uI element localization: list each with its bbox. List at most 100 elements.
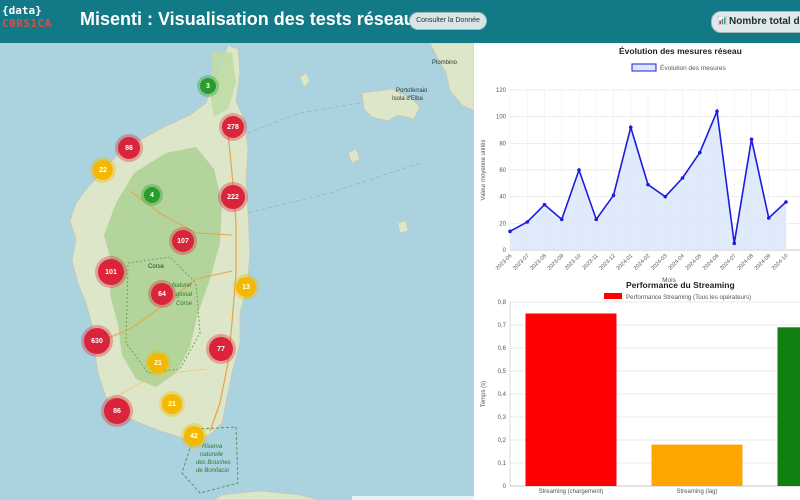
logo-line2: C0RS1CA <box>2 17 52 30</box>
map-cluster-marker[interactable]: 21 <box>148 353 168 373</box>
label-bocche-1: Riserva <box>202 444 223 450</box>
x-tick-label: 2024-04 <box>667 253 686 272</box>
bar <box>651 444 743 486</box>
y-axis-title: Valeur moyenne unités <box>481 140 487 201</box>
x-tick-label: 2023-11 <box>581 253 599 271</box>
map-cluster-marker[interactable]: 77 <box>209 337 233 361</box>
x-tick-label: 2024-06 <box>702 253 721 272</box>
map-cluster-marker[interactable]: 86 <box>118 137 140 159</box>
map-cluster-marker[interactable]: 3 <box>200 78 216 94</box>
y-tick-label: 120 <box>496 88 507 94</box>
total-count-label: Nombre total de <box>729 16 800 27</box>
label-park-1: Naturel <box>172 283 192 289</box>
logo: {data} C0RS1CA <box>2 4 70 36</box>
bar-chart: Performance Streaming (Tous les opérateu… <box>481 293 800 495</box>
x-tick-label: Streaming (chargement) <box>539 489 604 495</box>
y-tick-label: 0,6 <box>498 346 507 352</box>
bar <box>525 313 617 486</box>
map[interactable]: Corse Naturel gional Corse Portoferraio … <box>0 43 474 500</box>
map-cluster-marker[interactable]: 22 <box>93 160 113 180</box>
y-tick-label: 0,3 <box>498 415 507 421</box>
label-park-2: gional <box>176 292 193 298</box>
x-tick-label: 2024-03 <box>650 253 669 272</box>
series-point <box>646 182 650 187</box>
x-tick-label: 2023-09 <box>547 253 566 272</box>
map-cluster-marker[interactable]: 64 <box>151 283 173 305</box>
italy-mainland <box>429 43 474 112</box>
series-point <box>697 150 702 155</box>
map-cluster-marker[interactable]: 278 <box>222 116 244 138</box>
consult-data-button[interactable]: Consulter la Donnée <box>409 12 487 30</box>
charts-panel: Évolution des mesures réseau Évolution d… <box>474 43 800 500</box>
y-tick-label: 0,2 <box>498 438 507 444</box>
label-park-3: Corse <box>176 301 193 307</box>
map-cluster-marker[interactable]: 107 <box>172 230 194 252</box>
y-tick-label: 0 <box>503 484 507 490</box>
y-tick-label: 0,5 <box>498 369 507 375</box>
x-tick-label: 2023-08 <box>529 253 548 272</box>
series-point <box>663 194 668 199</box>
x-tick-label: 2023-07 <box>512 253 531 272</box>
capraia-island <box>299 72 311 88</box>
series-point <box>577 168 581 172</box>
label-bocche-4: de Bonifacio <box>196 468 230 474</box>
y-tick-label: 0,7 <box>498 323 507 329</box>
series-point <box>611 193 616 198</box>
x-tick-label: 2024-02 <box>633 253 652 272</box>
series-point <box>559 217 564 222</box>
sardinia-coast <box>213 490 321 500</box>
y-tick-label: 20 <box>499 221 506 227</box>
label-isola-d-elba: Isola d'Elba <box>392 96 423 102</box>
map-cluster-marker[interactable]: 101 <box>98 259 124 285</box>
map-cluster-marker[interactable]: 21 <box>162 394 182 414</box>
x-tick-label: 2023-10 <box>564 253 583 272</box>
map-cluster-marker[interactable]: 222 <box>221 185 245 209</box>
label-corse: Corse <box>148 264 165 270</box>
label-bocche-3: des Bouches <box>196 460 231 466</box>
app: {data} C0RS1CA Misenti : Visualisation d… <box>0 0 800 500</box>
total-count-button[interactable]: Nombre total de <box>711 11 800 33</box>
series-point <box>594 217 599 222</box>
line-chart-title: Évolution des mesures réseau <box>619 46 742 56</box>
bar-chart-icon <box>718 16 727 25</box>
x-tick-label: 2023-12 <box>598 253 617 272</box>
series-point <box>766 216 771 220</box>
legend-label: Évolution des mesures <box>660 63 727 72</box>
label-bocche-2: naturelle <box>200 452 224 458</box>
ferry-route <box>247 102 361 134</box>
map-cluster-marker[interactable]: 86 <box>104 398 130 424</box>
series-point <box>525 220 530 224</box>
y-tick-label: 80 <box>499 141 506 147</box>
series-point <box>749 137 754 142</box>
label-portoferraio: Portoferraio <box>396 88 428 94</box>
x-tick-label: 2024-01 <box>616 253 635 272</box>
x-tick-label: 2024-09 <box>754 253 773 272</box>
ferry-route <box>247 162 421 214</box>
map-cluster-marker[interactable]: 630 <box>84 328 110 354</box>
y-tick-label: 100 <box>496 115 507 121</box>
map-cluster-marker[interactable]: 13 <box>236 277 256 297</box>
map-attribution <box>352 496 474 500</box>
y-tick-label: 0,1 <box>498 461 507 467</box>
series-point <box>680 176 685 180</box>
x-tick-label: 2023-06 <box>495 253 514 272</box>
line-chart: Évolution des mesures 0 20 40 60 80 100 120 2023… <box>481 63 800 284</box>
map-cluster-marker[interactable]: 42 <box>184 426 204 446</box>
y-tick-label: 0 <box>503 248 507 254</box>
page-title: Misenti : Visualisation des tests réseau… <box>80 9 425 29</box>
series-point <box>732 241 737 246</box>
y-tick-label: 40 <box>499 195 506 201</box>
y-tick-label: 0,4 <box>498 392 507 398</box>
legend-swatch <box>631 63 657 72</box>
x-tick-label: 2024-10 <box>771 253 790 272</box>
series-point <box>542 202 547 207</box>
bar <box>777 327 800 486</box>
map-cluster-marker[interactable]: 4 <box>144 187 160 203</box>
x-tick-label: 2024-07 <box>719 253 738 272</box>
logo-line1: {data} <box>2 4 42 17</box>
label-piombino: Piombino <box>432 60 458 66</box>
map-base <box>69 43 474 500</box>
x-tick-label: Streaming (lag) <box>676 489 717 495</box>
y-tick-label: 60 <box>499 168 506 174</box>
series-point <box>508 229 512 234</box>
